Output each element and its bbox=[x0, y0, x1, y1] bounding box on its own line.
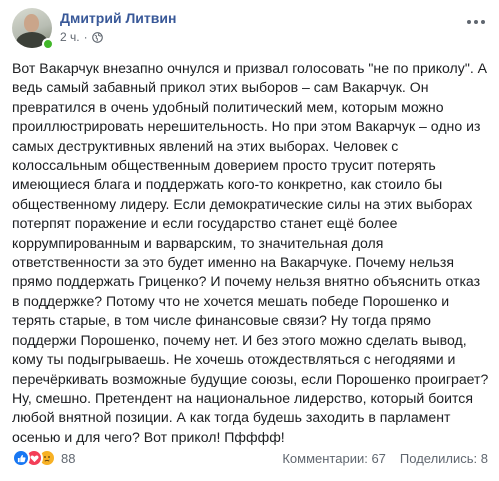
shares-count-link[interactable]: Поделились: 8 bbox=[400, 451, 488, 466]
post-header: Дмитрий Литвин 2 ч. · bbox=[12, 8, 488, 52]
post-timestamp[interactable]: 2 ч. bbox=[60, 30, 80, 44]
meta-separator: · bbox=[83, 30, 88, 44]
reaction-count: 88 bbox=[61, 450, 76, 466]
globe-icon[interactable] bbox=[91, 31, 103, 43]
post-stats: Комментарии: 67 Поделились: 8 bbox=[282, 451, 488, 466]
more-options-icon[interactable] bbox=[464, 14, 488, 30]
like-icon bbox=[12, 449, 30, 467]
online-status-icon bbox=[42, 38, 54, 50]
author-name[interactable]: Дмитрий Литвин bbox=[60, 10, 176, 26]
reactions-summary[interactable]: 88 bbox=[12, 449, 75, 467]
post-body-text: Вот Вакарчук внезапно очнулся и призвал … bbox=[12, 60, 489, 445]
post-meta: 2 ч. · bbox=[60, 30, 103, 44]
post-footer: 88 Комментарии: 67 Поделились: 8 bbox=[12, 447, 488, 471]
comments-count-link[interactable]: Комментарии: 67 bbox=[282, 451, 386, 466]
avatar-face bbox=[24, 14, 39, 32]
